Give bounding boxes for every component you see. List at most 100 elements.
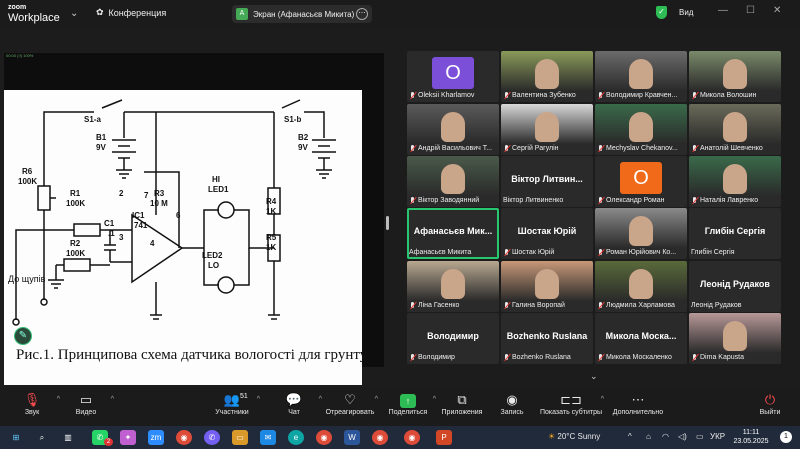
participant-video <box>501 261 593 301</box>
participant-tile[interactable]: Андрій Васильович Т... <box>407 104 499 155</box>
more-label: Дополнительно <box>612 409 664 416</box>
participant-tile[interactable]: Dima Kapusta <box>689 313 781 364</box>
chat-button[interactable]: 💬 Чат ^ <box>264 391 324 416</box>
participant-tile[interactable]: O Олександр Роман <box>595 156 687 207</box>
video-button[interactable]: ▭ Видео ^ <box>56 391 116 416</box>
participant-name-label: Людмила Харламова <box>597 300 685 311</box>
chrome-icon-3[interactable]: ◉ <box>372 430 388 445</box>
clock-date: 23.05.2025 <box>733 438 769 445</box>
viber-icon[interactable]: ✆ <box>204 430 220 445</box>
participant-name: Микола Москаленко <box>606 354 672 361</box>
chrome-icon-4[interactable]: ◉ <box>404 430 420 445</box>
more-button[interactable]: ⋯ Дополнительно <box>606 391 670 416</box>
chevron-down-icon[interactable]: ⌄ <box>70 8 78 19</box>
mic-muted-icon <box>409 144 416 153</box>
split-view-handle[interactable] <box>386 216 389 230</box>
participant-name-label: Галина Воропай <box>503 300 591 311</box>
participant-tile[interactable]: Володимир Кравчен... <box>595 51 687 102</box>
mic-muted-icon <box>691 353 698 362</box>
participant-tile[interactable]: Анатолій Шевченко <box>689 104 781 155</box>
participant-tile[interactable]: Віктор Заводянний <box>407 156 499 207</box>
participant-tile[interactable]: Bozhenko Ruslana Bozhenko Ruslana <box>501 313 593 364</box>
participants-button[interactable]: 👥 51 Участники ^ <box>202 391 262 416</box>
copilot-icon[interactable]: ✦ <box>120 430 136 445</box>
edge-icon[interactable]: e <box>288 430 304 445</box>
minimize-icon[interactable]: — <box>718 5 728 16</box>
volume-icon[interactable]: ◁) <box>678 432 687 441</box>
system-clock[interactable]: 11:11 23.05.2025 <box>730 428 772 446</box>
participant-tile[interactable]: Галина Воропай <box>501 261 593 312</box>
participant-tile[interactable]: Сергій Рагулін <box>501 104 593 155</box>
battery-icon[interactable]: ▭ <box>696 432 704 441</box>
mic-muted-icon <box>409 301 416 310</box>
record-button[interactable]: ◉ Запись <box>482 391 542 416</box>
captions-options-icon[interactable]: ^ <box>601 396 604 403</box>
participant-tile[interactable]: Шостак Юрій Шостак Юрій <box>501 208 593 259</box>
security-shield-icon[interactable]: ✓ <box>656 6 667 19</box>
zoom-app-icon[interactable]: zm <box>148 430 164 445</box>
view-menu[interactable]: Вид <box>679 8 693 17</box>
participant-tile[interactable]: Mechyslav Chekanov... <box>595 104 687 155</box>
mic-muted-icon <box>597 353 604 362</box>
explorer-icon[interactable]: ▭ <box>232 430 248 445</box>
chrome-icon[interactable]: ◉ <box>176 430 192 445</box>
participant-name: Mechyslav Chekanov... <box>606 145 678 152</box>
word-icon[interactable]: W <box>344 430 360 445</box>
participant-tile[interactable]: Володимир Володимир <box>407 313 499 364</box>
participant-name-label: Oleksii Kharlamov <box>409 90 497 101</box>
annotate-pencil-icon[interactable]: ✎ <box>14 327 32 345</box>
screen-meta: 00:00 (!!) 100% <box>6 53 34 58</box>
leave-button[interactable]: ⏻ Выйти <box>742 391 798 416</box>
apps-label: Приложения <box>441 409 483 416</box>
gallery-next-chevron-icon[interactable]: ⌄ <box>590 371 598 382</box>
video-options-icon[interactable]: ^ <box>111 396 114 403</box>
participant-tile[interactable]: Микола Моска... Микола Москаленко <box>595 313 687 364</box>
search-icon[interactable]: ⌕ <box>34 430 50 445</box>
powerpoint-icon[interactable]: P <box>436 430 452 445</box>
captions-button[interactable]: ⊏⊐ Показать субтитры ^ <box>536 391 606 416</box>
conference-info[interactable]: ✿ Конференция <box>96 7 166 18</box>
participant-name: Валентина Зубенко <box>512 92 576 99</box>
chrome-icon-2[interactable]: ◉ <box>316 430 332 445</box>
label-ic1v: 741 <box>134 221 148 230</box>
participant-tile[interactable]: Леонід Рудаков Леонід Рудаков <box>689 261 781 312</box>
mic-muted-icon <box>597 248 604 257</box>
wifi-icon[interactable]: ◠ <box>662 432 669 441</box>
participant-tile[interactable]: Ліна Гасенко <box>407 261 499 312</box>
task-view-icon[interactable]: ▥ <box>60 430 76 445</box>
participant-name-label: Валентина Зубенко <box>503 90 591 101</box>
participant-tile[interactable]: Афанасьєв Мик... Афанасьєв Микита <box>407 208 499 259</box>
label-b2: B2 <box>298 133 309 142</box>
participant-name-label: Bozhenko Ruslana <box>503 352 591 363</box>
more-options-icon[interactable]: ⋯ <box>356 8 368 20</box>
close-icon[interactable]: ✕ <box>773 5 781 16</box>
notification-count[interactable]: 1 <box>780 431 792 443</box>
zoom-logo: zoom Workplace <box>8 3 60 24</box>
participant-name-label: Леонід Рудаков <box>691 300 779 311</box>
share-button[interactable]: ↑ Поделиться ^ <box>378 391 438 416</box>
participant-tile[interactable]: Людмила Харламова <box>595 261 687 312</box>
language-indicator[interactable]: УКР <box>710 432 725 441</box>
participant-name-label: Микола Москаленко <box>597 352 685 363</box>
participant-name-label: Андрій Васильович Т... <box>409 143 497 154</box>
react-button[interactable]: ♡ Отреагировать ^ <box>320 391 380 416</box>
participant-name-label: Афанасьєв Микита <box>409 247 497 258</box>
audio-button[interactable]: 🎙 Звук ^ <box>2 391 62 416</box>
participant-tile[interactable]: Роман Юрійович Ко... <box>595 208 687 259</box>
participants-options-icon[interactable]: ^ <box>257 396 260 403</box>
label-b2v: 9V <box>298 143 308 152</box>
network-icon[interactable]: ⌂ <box>646 432 651 441</box>
participant-tile[interactable]: Віктор Литвин... Віктор Литвиненко <box>501 156 593 207</box>
windows-start-icon[interactable]: ⊞ <box>8 430 24 445</box>
tray-chevron-icon[interactable]: ^ <box>628 432 632 441</box>
screen-share-indicator[interactable]: A Экран (Афанасьєв Микита) ⋯ <box>232 5 372 23</box>
maximize-icon[interactable]: ☐ <box>746 5 755 16</box>
participant-tile[interactable]: Глибін Сергія Глибін Сергія <box>689 208 781 259</box>
mail-icon[interactable]: ✉ <box>260 430 276 445</box>
participant-tile[interactable]: O Oleksii Kharlamov <box>407 51 499 102</box>
participant-tile[interactable]: Наталія Лавренко <box>689 156 781 207</box>
participant-tile[interactable]: Валентина Зубенко <box>501 51 593 102</box>
weather-widget[interactable]: ☀ 20°C Sunny <box>548 432 600 441</box>
label-pin3: 3 <box>119 233 124 242</box>
participant-tile[interactable]: Микола Волошин <box>689 51 781 102</box>
